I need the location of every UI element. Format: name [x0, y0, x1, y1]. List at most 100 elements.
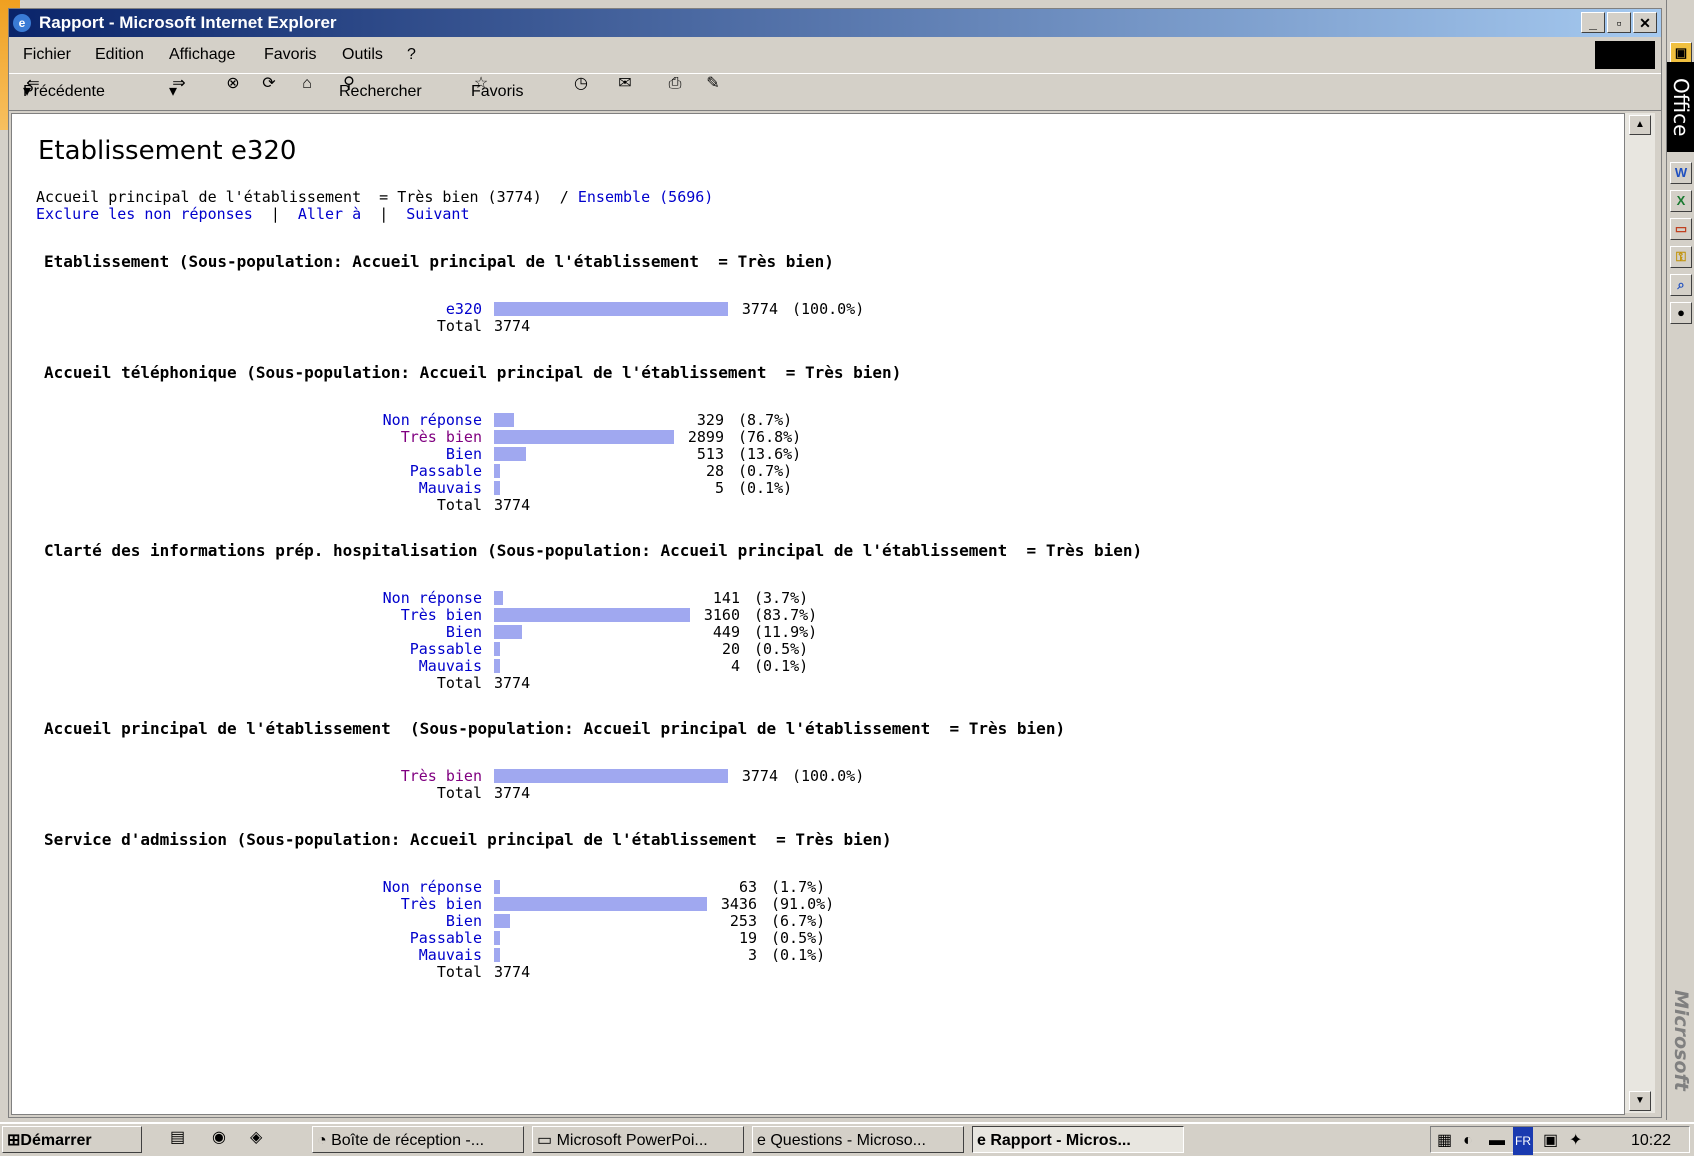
antivirus-icon[interactable]: ◐ — [1463, 1127, 1473, 1155]
filter-line: Accueil principal de l'établissement = T… — [36, 188, 713, 206]
category-row: Bien 513 (13.6%) — [12, 445, 1012, 463]
activity-icon[interactable]: ✦ — [1569, 1127, 1582, 1155]
category-row: Mauvais 3 (0.1%) — [12, 946, 1012, 964]
total-row: Total 3774 — [12, 784, 1012, 802]
page-title: Etablissement e320 — [38, 136, 297, 166]
key-icon[interactable]: ⚿ — [1670, 246, 1692, 268]
menu-affichage[interactable]: Affichage — [169, 39, 235, 71]
total-label: Total — [436, 674, 482, 692]
chevron-down-icon: ▾ — [23, 83, 32, 100]
history-icon[interactable]: ◷ — [571, 74, 591, 94]
category-link[interactable]: Bien — [446, 912, 482, 930]
task-inbox[interactable]: ◔ Boîte de réception -... — [312, 1126, 524, 1153]
outlook-icon: ◔ — [317, 1132, 332, 1149]
category-row: Mauvais 5 (0.1%) — [12, 479, 1012, 497]
menu-fichier[interactable]: Fichier — [23, 39, 71, 71]
category-row: Mauvais 4 (0.1%) — [12, 657, 1012, 675]
minimize-button[interactable]: _ — [1581, 12, 1605, 33]
total-row: Total 3774 — [12, 317, 1012, 335]
menu-outils[interactable]: Outils — [342, 39, 383, 71]
close-button[interactable]: ✕ — [1633, 12, 1657, 33]
category-link[interactable]: e320 — [446, 300, 482, 318]
vertical-scrollbar[interactable]: ▲ ▼ — [1625, 113, 1655, 1113]
quicklaunch-desktop-icon[interactable]: ▤ — [170, 1124, 185, 1152]
percent-value: (3.7%) — [754, 589, 809, 607]
percent-value: (6.7%) — [771, 912, 826, 930]
quicklaunch-ie-icon[interactable]: ◉ — [212, 1124, 226, 1152]
count-value: 513 — [696, 445, 724, 463]
task-questions[interactable]: e Questions - Microso... — [752, 1126, 964, 1153]
info-icon[interactable]: ● — [1670, 302, 1692, 324]
menu-bar: Fichier Edition Affichage Favoris Outils… — [9, 39, 1661, 71]
monitor-icon[interactable]: ▬ — [1489, 1127, 1505, 1155]
category-link[interactable]: Non réponse — [383, 878, 482, 896]
count-value: 2899 — [687, 428, 724, 446]
microsoft-brand: Microsoft — [1670, 990, 1692, 1091]
network-icon[interactable]: ▦ — [1437, 1127, 1452, 1155]
category-link[interactable]: Bien — [446, 445, 482, 463]
menu-edition[interactable]: Edition — [95, 39, 144, 71]
task-rapport[interactable]: e Rapport - Micros... — [972, 1126, 1184, 1153]
count-bar — [494, 769, 728, 783]
find-icon[interactable]: ⌕ — [1670, 274, 1692, 296]
powerpoint-icon[interactable]: ▭ — [1670, 218, 1692, 240]
category-row: Non réponse 63 (1.7%) — [12, 878, 1012, 896]
print-icon[interactable]: ⎙ — [665, 74, 685, 94]
powerpoint-task-icon: ▭ — [537, 1132, 557, 1149]
edit-icon[interactable]: ✎ — [703, 74, 723, 94]
ensemble-link[interactable]: Ensemble (5696) — [578, 188, 713, 206]
browser-window: e Rapport - Microsoft Internet Explorer … — [8, 8, 1662, 1118]
stop-icon[interactable]: ⊗ — [223, 74, 243, 94]
task-powerpoint[interactable]: ▭ Microsoft PowerPoi... — [532, 1126, 744, 1153]
category-link[interactable]: Mauvais — [419, 657, 482, 675]
separator: | — [270, 205, 280, 223]
refresh-icon[interactable]: ⟳ — [259, 74, 279, 94]
percent-value: (83.7%) — [754, 606, 818, 624]
word-icon[interactable]: W — [1670, 162, 1692, 184]
maximize-button[interactable]: ▫ — [1607, 12, 1631, 33]
window-title: Rapport - Microsoft Internet Explorer — [39, 13, 337, 32]
quicklaunch-outlook-icon[interactable]: ◈ — [250, 1124, 262, 1152]
scroll-down-icon[interactable]: ▼ — [1629, 1091, 1651, 1111]
category-link[interactable]: Très bien — [401, 606, 482, 624]
next-link[interactable]: Suivant — [406, 205, 469, 223]
category-link[interactable]: Non réponse — [383, 411, 482, 429]
category-link[interactable]: Passable — [410, 640, 482, 658]
goto-link[interactable]: Aller à — [298, 205, 361, 223]
category-link[interactable]: Très bien — [401, 895, 482, 913]
separator: | — [379, 205, 389, 223]
count-bar — [494, 447, 526, 461]
percent-value: (100.0%) — [792, 767, 865, 785]
section-title: Etablissement (Sous-population: Accueil … — [44, 252, 834, 271]
category-link[interactable]: Passable — [410, 462, 482, 480]
percent-value: (76.8%) — [738, 428, 802, 446]
office-title: Office — [1667, 62, 1694, 152]
scroll-up-icon[interactable]: ▲ — [1629, 115, 1651, 135]
menu-help[interactable]: ? — [407, 39, 416, 71]
category-link[interactable]: Mauvais — [419, 946, 482, 964]
category-link[interactable]: Passable — [410, 929, 482, 947]
excel-icon[interactable]: X — [1670, 190, 1692, 212]
exclude-link[interactable]: Exclure les non réponses — [36, 205, 253, 223]
mail-icon[interactable]: ✉ — [615, 74, 635, 94]
count-bar — [494, 625, 522, 639]
category-link[interactable]: Très bien — [401, 767, 482, 785]
start-button[interactable]: ⊞Démarrer — [2, 1126, 142, 1153]
total-value: 3774 — [494, 784, 531, 802]
count-value: 3774 — [741, 300, 778, 318]
display-icon[interactable]: ▣ — [1543, 1127, 1558, 1155]
home-icon[interactable]: ⌂ — [297, 74, 317, 94]
menu-favoris[interactable]: Favoris — [264, 39, 316, 71]
language-indicator[interactable]: FR — [1513, 1127, 1533, 1155]
category-link[interactable]: Non réponse — [383, 589, 482, 607]
count-bar — [494, 481, 500, 495]
category-row: Très bien 3160 (83.7%) — [12, 606, 1012, 624]
category-link[interactable]: Très bien — [401, 428, 482, 446]
count-bar — [494, 948, 500, 962]
count-bar — [494, 931, 500, 945]
category-link[interactable]: Bien — [446, 623, 482, 641]
count-value: 5 — [714, 479, 724, 497]
percent-value: (0.1%) — [754, 657, 809, 675]
office-app-icon[interactable]: ▣ — [1670, 42, 1692, 64]
category-link[interactable]: Mauvais — [419, 479, 482, 497]
